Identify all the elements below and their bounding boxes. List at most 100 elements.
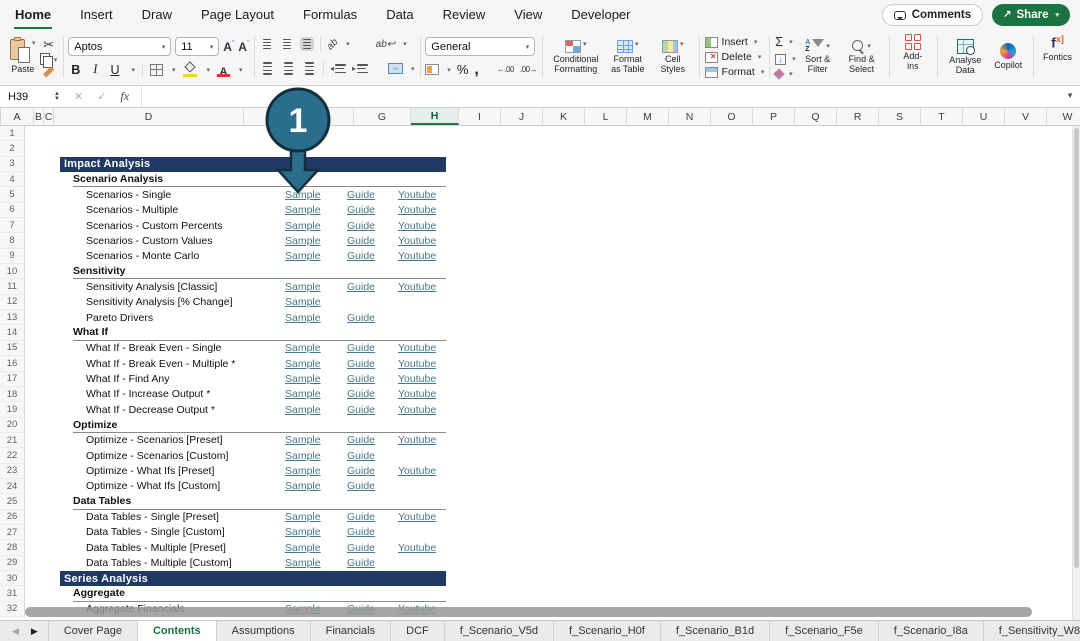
fontics-button[interactable]: fx] Fontics (1039, 33, 1076, 81)
sheet-tab-dcf[interactable]: DCF (391, 621, 445, 641)
conditional-formatting-button[interactable]: ▾ Conditional Formatting (548, 39, 604, 76)
sample-link[interactable]: Sample (285, 434, 321, 446)
select-all-corner[interactable] (0, 108, 1, 125)
decrease-decimal-icon[interactable]: .00→ (520, 65, 537, 74)
guide-link[interactable]: Guide (347, 281, 375, 293)
guide-link[interactable]: Guide (347, 557, 375, 569)
sample-link[interactable]: Sample (285, 296, 321, 308)
guide-link[interactable]: Guide (347, 342, 375, 354)
row-header-19[interactable]: 19 (0, 402, 25, 417)
row-header-30[interactable]: 30 (0, 571, 25, 586)
row-header-5[interactable]: 5 (0, 187, 25, 202)
sheet-tab-assumptions[interactable]: Assumptions (217, 621, 311, 641)
row-header-16[interactable]: 16 (0, 356, 25, 371)
wrap-text-icon[interactable]: ab↩ (376, 39, 396, 50)
row-header-3[interactable]: 3 (0, 157, 25, 172)
row-header-31[interactable]: 31 (0, 586, 25, 601)
autosum-button[interactable]: Σ▾ (775, 36, 796, 48)
analyse-data-button[interactable]: Analyse Data (942, 38, 988, 77)
guide-link[interactable]: Guide (347, 434, 375, 446)
align-center-icon[interactable] (281, 60, 296, 77)
sample-link[interactable]: Sample (285, 235, 321, 247)
row-header-21[interactable]: 21 (0, 433, 25, 448)
sheet-tab-cover-page[interactable]: Cover Page (48, 621, 138, 641)
guide-link[interactable]: Guide (347, 373, 375, 385)
underline-button[interactable]: U (107, 63, 122, 77)
chevron-down-icon[interactable]: ▾ (411, 65, 415, 73)
paste-button[interactable]: ▾ Paste (6, 38, 40, 76)
confirm-entry-icon[interactable]: ✓ (97, 90, 106, 103)
row-header-25[interactable]: 25 (0, 494, 25, 509)
fill-color-icon[interactable] (183, 62, 198, 77)
youtube-link[interactable]: Youtube (398, 434, 436, 446)
delete-cells-button[interactable]: Delete▾ (705, 51, 765, 63)
row-header-14[interactable]: 14 (0, 325, 25, 340)
increase-font-size-button[interactable]: Aˆ (223, 40, 234, 54)
guide-link[interactable]: Guide (347, 312, 375, 324)
youtube-link[interactable]: Youtube (398, 404, 436, 416)
sample-link[interactable]: Sample (285, 358, 321, 370)
chevron-down-icon[interactable]: ▾ (172, 66, 176, 74)
column-header-e[interactable]: E (244, 108, 297, 125)
guide-link[interactable]: Guide (347, 189, 375, 201)
align-top-icon[interactable] (260, 37, 274, 51)
row-header-20[interactable]: 20 (0, 418, 25, 433)
youtube-link[interactable]: Youtube (398, 342, 436, 354)
row-header-10[interactable]: 10 (0, 264, 25, 279)
sample-link[interactable]: Sample (285, 220, 321, 232)
guide-link[interactable]: Guide (347, 250, 375, 262)
guide-link[interactable]: Guide (347, 450, 375, 462)
sheet-tab-f-sensitivity-w8s[interactable]: f_Sensitivity_W8s (984, 621, 1080, 641)
column-header-i[interactable]: I (459, 108, 501, 125)
row-header-4[interactable]: 4 (0, 172, 25, 187)
bold-button[interactable]: B (68, 63, 83, 77)
cut-icon[interactable]: ✂ (40, 37, 58, 53)
sample-link[interactable]: Sample (285, 342, 321, 354)
column-header-g[interactable]: G (354, 108, 411, 125)
guide-link[interactable]: Guide (347, 358, 375, 370)
column-header-q[interactable]: Q (795, 108, 837, 125)
chevron-down-icon[interactable]: ▾ (346, 40, 350, 48)
youtube-link[interactable]: Youtube (398, 465, 436, 477)
sample-link[interactable]: Sample (285, 189, 321, 201)
row-header-29[interactable]: 29 (0, 556, 25, 571)
column-header-k[interactable]: K (543, 108, 585, 125)
column-header-w[interactable]: W (1047, 108, 1080, 125)
ribbon-tab-formulas[interactable]: Formulas (302, 1, 358, 29)
clear-button[interactable]: ▾ (775, 70, 796, 78)
align-middle-icon[interactable] (280, 37, 294, 51)
sheet-tab-f-scenario-f5e[interactable]: f_Scenario_F5e (770, 621, 879, 641)
number-format-select[interactable]: General▾ (425, 37, 535, 56)
row-header-2[interactable]: 2 (0, 141, 25, 156)
row-header-1[interactable]: 1 (0, 126, 25, 141)
sheet-tab-contents[interactable]: Contents (138, 621, 217, 641)
font-size-select[interactable]: 11▾ (175, 37, 219, 56)
sheet-tab-f-scenario-i8a[interactable]: f_Scenario_I8a (879, 621, 984, 641)
youtube-link[interactable]: Youtube (398, 358, 436, 370)
sample-link[interactable]: Sample (285, 312, 321, 324)
decrease-indent-icon[interactable]: ◂ (330, 64, 346, 73)
youtube-link[interactable]: Youtube (398, 542, 436, 554)
add-ins-button[interactable]: Add-ins (894, 33, 931, 81)
row-header-13[interactable]: 13 (0, 310, 25, 325)
column-header-n[interactable]: N (669, 108, 711, 125)
font-color-icon[interactable]: A (217, 62, 230, 77)
column-header-v[interactable]: V (1005, 108, 1047, 125)
sheet-tab-f-scenario-v5d[interactable]: f_Scenario_V5d (445, 621, 554, 641)
sample-link[interactable]: Sample (285, 404, 321, 416)
chevron-down-icon[interactable]: ▾ (447, 66, 451, 74)
decrease-font-size-button[interactable]: Aˇ (238, 40, 249, 54)
sample-link[interactable]: Sample (285, 480, 321, 492)
youtube-link[interactable]: Youtube (398, 250, 436, 262)
sample-link[interactable]: Sample (285, 542, 321, 554)
chevron-down-icon[interactable]: ▾ (207, 66, 211, 74)
guide-link[interactable]: Guide (347, 388, 375, 400)
chevron-down-icon[interactable]: ▾ (403, 40, 407, 48)
vertical-scrollbar[interactable] (1072, 126, 1080, 620)
row-header-23[interactable]: 23 (0, 464, 25, 479)
sort-filter-button[interactable]: AZ▾ Sort & Filter (796, 38, 840, 76)
column-header-p[interactable]: P (753, 108, 795, 125)
column-header-a[interactable]: A (1, 108, 34, 125)
sample-link[interactable]: Sample (285, 250, 321, 262)
row-header-24[interactable]: 24 (0, 479, 25, 494)
